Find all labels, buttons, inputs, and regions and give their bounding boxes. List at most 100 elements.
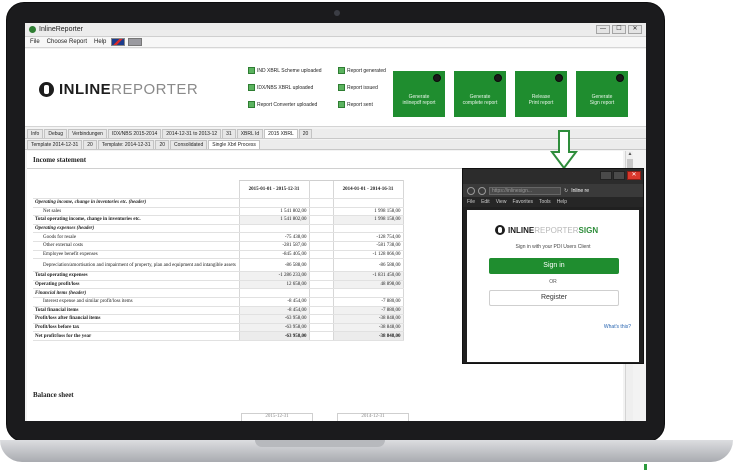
row-value-2015: 12 658,00 <box>238 280 310 290</box>
table-row: Other external costs -281 587,00 -581 73… <box>33 241 404 251</box>
table-row: Total operating expenses -1 286 233,00 -… <box>33 271 404 281</box>
row-value-2015[interactable]: 1 541 802,00 <box>238 207 310 217</box>
menubar: File Choose Report Help <box>25 37 646 48</box>
or-separator: OR <box>549 279 557 285</box>
close-icon[interactable]: ✕ <box>627 171 641 180</box>
row-value-2014[interactable]: -128 754,00 <box>332 232 404 242</box>
tab-template-a[interactable]: Template 2014-12-31 <box>27 140 83 149</box>
column-gap <box>309 232 333 242</box>
tab-template-b[interactable]: Template: 2014-12-31 <box>97 140 155 149</box>
balance-col-2015: 2015-12-31 <box>241 413 313 421</box>
window-title: InlineReporter <box>39 26 83 33</box>
refresh-icon[interactable]: ↻ <box>564 188 568 194</box>
row-value-2015[interactable]: -281 587,00 <box>238 241 310 251</box>
window-titlebar: InlineReporter — ☐ ✕ <box>25 23 646 37</box>
row-value-2015[interactable]: -8 454,00 <box>238 297 310 307</box>
row-label: Employee benefit expenses <box>33 250 239 260</box>
generate-complete-button[interactable]: Generate complete report <box>454 71 506 117</box>
tab-idx-2015[interactable]: IDX/NBS 2015-2014 <box>107 129 162 138</box>
minimize-button[interactable]: — <box>596 25 610 34</box>
menu-file[interactable]: File <box>28 39 42 45</box>
popup-menu-view[interactable]: View <box>496 199 507 205</box>
row-value-2014[interactable]: -7 880,00 <box>332 297 404 307</box>
generate-inlinepdf-button[interactable]: Generate inlinepdf report <box>393 71 445 117</box>
row-label: Total operating expenses <box>33 271 239 281</box>
tab-info[interactable]: Info <box>27 129 44 138</box>
status-label: IND XBRL Scheme uploaded <box>257 67 322 74</box>
whats-this-link[interactable]: What's this? <box>604 324 631 330</box>
generate-sign-button[interactable]: Generate Sign report <box>576 71 628 117</box>
tab-31[interactable]: 31 <box>222 129 236 138</box>
row-value-2014: -7 880,00 <box>332 306 404 316</box>
brand-logo: INLINE REPORTER <box>39 81 198 98</box>
popup-menu-help[interactable]: Help <box>557 199 567 205</box>
row-label: Operating profit/loss <box>33 280 239 290</box>
scroll-up-icon[interactable]: ▲ <box>627 151 633 157</box>
popup-maximize-button[interactable] <box>613 171 625 180</box>
action-icon <box>616 74 624 82</box>
column-gap <box>309 198 333 208</box>
popup-minimize-button[interactable] <box>600 171 612 180</box>
row-value-2015[interactable]: -86 588,00 <box>238 258 310 273</box>
table-row: Profit/loss before tax -63 958,00 -38 84… <box>33 323 404 333</box>
tab-single-xbrl-process[interactable]: Single Xbrl Process <box>208 140 260 149</box>
status-label: IDX/NBS XBRL uploaded <box>257 84 314 91</box>
table-row: Interest expense and similar profit/loss… <box>33 297 404 307</box>
close-button[interactable]: ✕ <box>628 25 642 34</box>
status-check: Report generated <box>338 67 398 74</box>
menu-help[interactable]: Help <box>92 39 108 45</box>
english-flag-icon[interactable] <box>111 38 126 46</box>
popup-menu-file[interactable]: File <box>467 199 475 205</box>
brand-logo-icon <box>39 82 54 97</box>
app-logo-icon <box>29 26 36 33</box>
url-field[interactable]: https://inlinesign... <box>489 186 561 195</box>
tab-20-b[interactable]: 20 <box>155 140 170 149</box>
popup-titlebar: ✕ <box>463 169 643 184</box>
row-value-2014[interactable]: -1 128 066,00 <box>332 250 404 260</box>
popup-menu-favorites[interactable]: Favorites <box>512 199 533 205</box>
row-value-2014[interactable]: 1 998 158,00 <box>332 207 404 217</box>
row-value-2015: -63 958,00 <box>238 331 310 341</box>
menu-choose-report[interactable]: Choose Report <box>45 39 89 45</box>
row-value-2015[interactable]: -75 438,00 <box>238 232 310 242</box>
tab-debug[interactable]: Debug <box>44 129 68 138</box>
table-row: Goods for resale -75 438,00 -128 754,00 <box>33 232 404 242</box>
row-value-2014 <box>332 198 404 208</box>
row-value-2014[interactable]: -86 588,00 <box>332 258 404 273</box>
register-button[interactable]: Register <box>489 290 619 306</box>
back-icon[interactable] <box>467 186 475 195</box>
tab-consolidated[interactable]: Consolidated <box>170 140 208 149</box>
language-selector[interactable] <box>128 38 143 46</box>
sign-in-button[interactable]: Sign in <box>489 258 619 274</box>
action-sub: inlinepdf report <box>402 100 436 106</box>
table-row: Total financial items -8 454,00 -7 880,0… <box>33 306 404 316</box>
indicator-light <box>644 464 647 470</box>
sign-intro-text: Sign in with your PDI Users Client <box>515 244 591 250</box>
checkbox-icon <box>248 101 255 108</box>
inline-reporter-window: InlineReporter — ☐ ✕ File Choose Report … <box>25 23 646 421</box>
tab-2015-xbrl[interactable]: 2015 XBRL <box>264 129 298 138</box>
popup-menu-tools[interactable]: Tools <box>539 199 551 205</box>
maximize-button[interactable]: ☐ <box>612 25 626 34</box>
column-gap <box>309 207 333 217</box>
arrow-down-icon <box>550 130 578 170</box>
laptop-lid: InlineReporter — ☐ ✕ File Choose Report … <box>6 2 665 442</box>
release-print-button[interactable]: Release Print report <box>515 71 567 117</box>
action-sub: complete report <box>462 100 498 106</box>
row-value-2014[interactable]: -581 738,00 <box>332 241 404 251</box>
row-value-2014: -1 831 450,00 <box>332 271 404 281</box>
window-controls: — ☐ ✕ <box>596 25 642 34</box>
row-value-2015[interactable]: -845 405,00 <box>238 250 310 260</box>
column-gap <box>309 331 333 341</box>
tab-period[interactable]: 2014-12-31 to 2013-12 <box>162 129 222 138</box>
tab-verbindungen[interactable]: Verbindungen <box>68 129 107 138</box>
row-value-2014 <box>332 224 404 234</box>
popup-menu-edit[interactable]: Edit <box>481 199 490 205</box>
tab-20-a[interactable]: 20 <box>83 140 97 149</box>
browser-tab[interactable]: Inline re <box>571 188 589 194</box>
tab-xbrl-id[interactable]: XBRL Id <box>236 129 264 138</box>
forward-icon[interactable] <box>478 186 486 195</box>
row-label: Total operating income, change in invent… <box>33 215 239 225</box>
tab-20[interactable]: 20 <box>298 129 313 138</box>
row-label: Depreciation/amortisation and impairment… <box>33 258 239 273</box>
